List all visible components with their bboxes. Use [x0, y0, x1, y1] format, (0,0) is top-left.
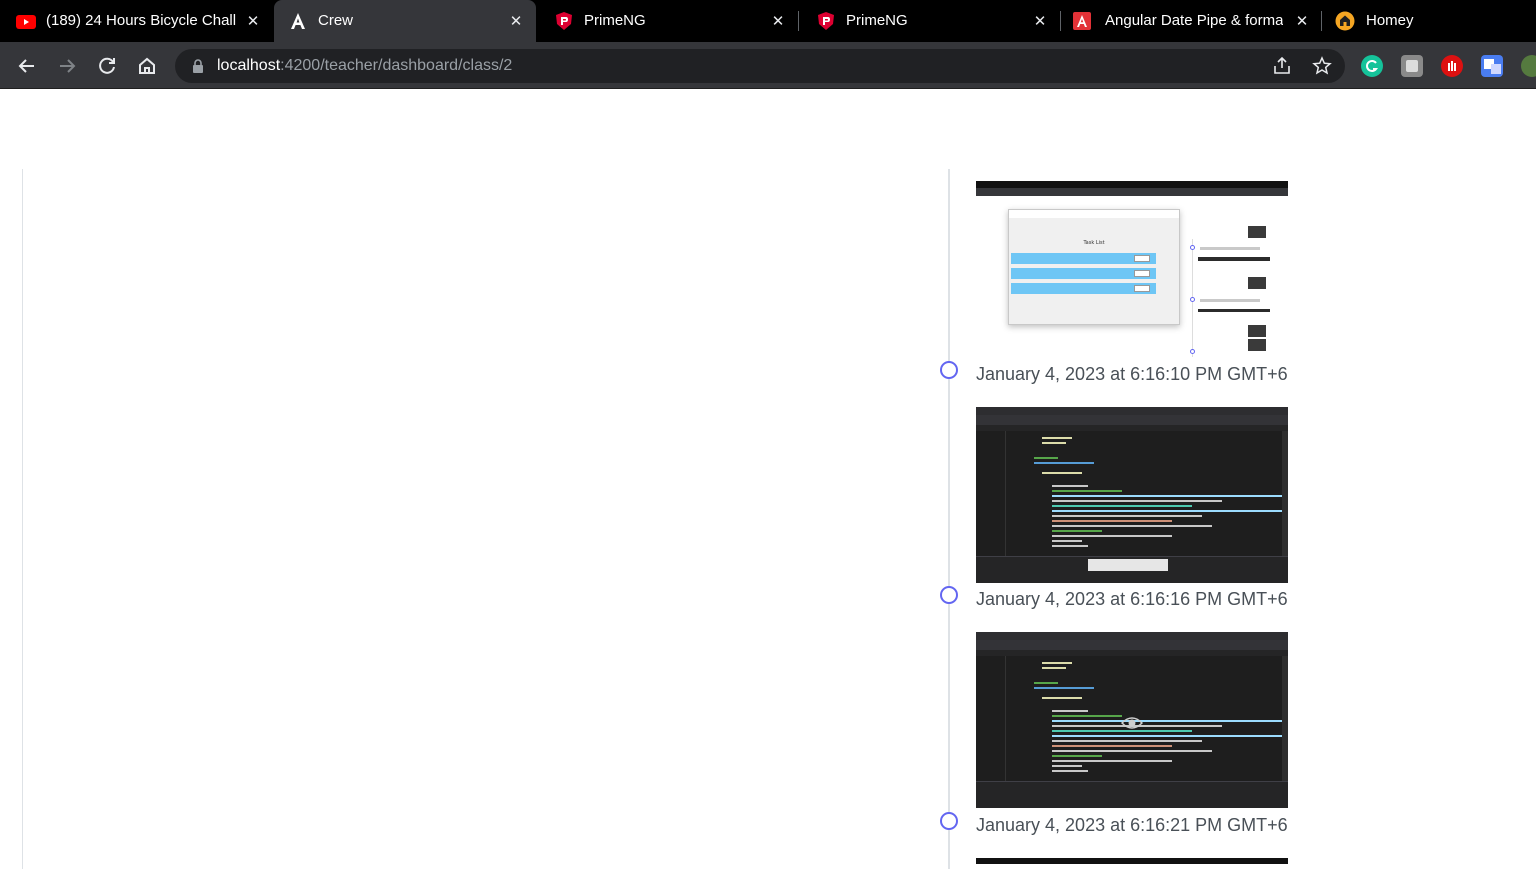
thumb-row	[1011, 283, 1156, 294]
tab-primeng-2[interactable]: PrimeNG ✕	[800, 0, 1060, 42]
timeline-marker	[940, 361, 958, 379]
address-path: :4200/teacher/dashboard/class/2	[280, 57, 513, 74]
bookmark-star-icon[interactable]	[1311, 55, 1333, 77]
thumb-image	[1248, 226, 1266, 238]
tab-angular-date-pipe[interactable]: Angular Date Pipe & forma ✕	[1062, 0, 1320, 42]
share-icon[interactable]	[1271, 55, 1293, 77]
browser-toolbar: localhost:4200/teacher/dashboard/class/2	[0, 42, 1536, 89]
page-content: Task List January 4, 2023 at 6:16:10 PM …	[0, 89, 1536, 869]
event-timestamp: January 4, 2023 at 6:16:10 PM GMT+6	[976, 364, 1288, 384]
thumb-toolbar	[976, 415, 1288, 425]
close-tab-icon[interactable]: ✕	[243, 11, 263, 31]
thumb-gutter	[976, 431, 1006, 556]
thumb-image	[1198, 309, 1270, 312]
thumb-window-titlebar	[1009, 210, 1179, 218]
tab-homey[interactable]: Homey	[1323, 0, 1536, 42]
tab-separator	[1060, 11, 1061, 31]
tab-crew[interactable]: Crew ✕	[274, 0, 536, 42]
screenshot-thumbnail[interactable]	[976, 858, 1288, 864]
thumb-image	[1248, 325, 1266, 337]
address-host: localhost	[217, 57, 281, 74]
tab-title: Homey	[1366, 12, 1414, 29]
thumb-row	[1011, 268, 1156, 279]
tab-separator	[1321, 11, 1322, 31]
timeline-connector	[948, 169, 950, 869]
thumb-marker	[1190, 297, 1195, 302]
thumb-image	[1248, 339, 1266, 351]
thumb-window: Task List	[1008, 209, 1180, 325]
thumb-scrollbar	[1282, 656, 1288, 781]
thumb-marker	[1190, 349, 1195, 354]
preview-eye-icon[interactable]	[1121, 712, 1143, 734]
primeng-icon	[556, 12, 572, 30]
panel-border	[22, 169, 23, 869]
translate-extension-icon[interactable]	[1481, 55, 1503, 77]
forward-icon[interactable]	[53, 52, 81, 80]
reload-icon[interactable]	[93, 52, 121, 80]
close-tab-icon[interactable]: ✕	[506, 11, 526, 31]
thumb-tabs	[976, 650, 1288, 656]
thumb-image	[1198, 257, 1270, 261]
close-tab-icon[interactable]: ✕	[768, 11, 788, 31]
address-bar[interactable]: localhost:4200/teacher/dashboard/class/2	[175, 49, 1345, 83]
close-tab-icon[interactable]: ✕	[1030, 11, 1050, 31]
tab-youtube[interactable]: (189) 24 Hours Bicycle Chall ✕	[0, 0, 272, 42]
tab-title: Angular Date Pipe & forma	[1105, 12, 1283, 29]
timeline-marker	[940, 812, 958, 830]
lock-icon[interactable]	[191, 59, 205, 73]
home-icon[interactable]	[133, 52, 161, 80]
homey-icon	[1335, 11, 1355, 31]
tab-title: (189) 24 Hours Bicycle Chall	[46, 12, 237, 29]
extension-icon[interactable]	[1401, 55, 1423, 77]
tab-separator	[798, 11, 799, 31]
close-tab-icon[interactable]: ✕	[1292, 11, 1312, 31]
screenshot-thumbnail[interactable]	[976, 407, 1288, 583]
tab-primeng-1[interactable]: PrimeNG ✕	[538, 0, 798, 42]
thumb-caption	[1200, 299, 1260, 302]
thumb-menubar	[976, 632, 1288, 640]
event-timestamp: January 4, 2023 at 6:16:21 PM GMT+6	[976, 815, 1288, 835]
browser-tab-strip: (189) 24 Hours Bicycle Chall ✕ Crew ✕ Pr…	[0, 0, 1536, 42]
thumb-marker	[1190, 245, 1195, 250]
extension-icon[interactable]	[1521, 55, 1536, 77]
thumb-addressbar	[976, 188, 1288, 196]
thumb-menubar	[976, 858, 1288, 864]
thumb-toolbar	[976, 640, 1288, 650]
screenshot-thumbnail[interactable]	[976, 632, 1288, 808]
tab-title: PrimeNG	[584, 12, 646, 29]
thumb-toast	[1088, 559, 1168, 571]
back-icon[interactable]	[13, 52, 41, 80]
thumb-panel	[976, 781, 1288, 808]
thumb-menubar	[976, 407, 1288, 415]
grammarly-extension-icon[interactable]	[1361, 55, 1383, 77]
screenshot-thumbnail[interactable]: Task List	[976, 181, 1288, 357]
timeline-marker	[940, 586, 958, 604]
angular-icon	[291, 13, 305, 29]
thumb-window-heading: Task List	[1083, 240, 1105, 246]
tab-title: PrimeNG	[846, 12, 908, 29]
tab-title: Crew	[318, 12, 354, 29]
thumb-tabbar	[976, 181, 1288, 188]
angular-docs-icon	[1073, 12, 1091, 30]
address-url: localhost:4200/teacher/dashboard/class/2	[217, 57, 512, 75]
thumb-gutter	[976, 656, 1006, 781]
youtube-icon	[16, 15, 36, 29]
thumb-image	[1248, 277, 1266, 289]
thumb-tabs	[976, 425, 1288, 431]
thumb-caption	[1200, 247, 1260, 250]
thumb-scrollbar	[1282, 431, 1288, 556]
event-timestamp: January 4, 2023 at 6:16:16 PM GMT+6	[976, 589, 1288, 609]
adblock-extension-icon[interactable]	[1441, 55, 1463, 77]
primeng-icon	[818, 12, 834, 30]
thumb-row	[1011, 253, 1156, 264]
